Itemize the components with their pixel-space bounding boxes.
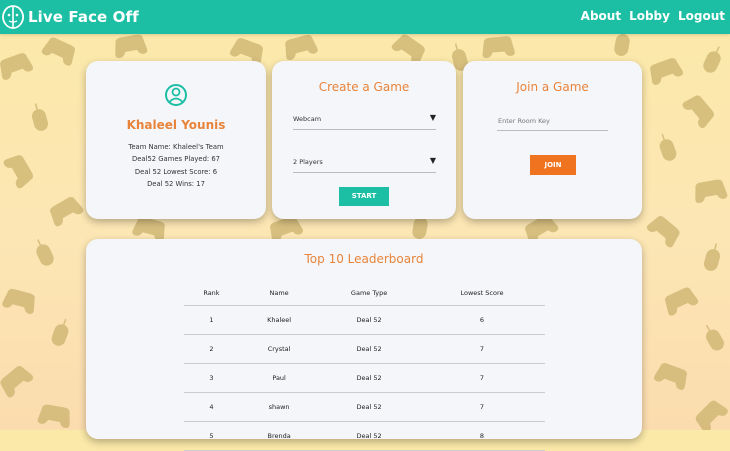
cell-name: shawn (238, 392, 320, 422)
nav-link-lobby[interactable]: Lobby (629, 9, 670, 23)
start-button[interactable]: START (339, 187, 389, 206)
cell-rank: 2 (184, 334, 239, 364)
cell-lowest-score: 6 (418, 305, 545, 335)
table-row: 3 Paul Deal 52 7 (184, 363, 545, 393)
join-button[interactable]: JOIN (530, 155, 576, 175)
leaderboard-title: Top 10 Leaderboard (304, 252, 424, 266)
table-row: 5 Brenda Deal 52 8 (184, 421, 545, 451)
caret-down-icon: ▼ (429, 156, 436, 165)
room-key-input[interactable] (497, 112, 608, 131)
profile-stats: Team Name: Khaleel's Team Deal52 Games P… (86, 141, 266, 190)
table-row: 4 shawn Deal 52 7 (184, 392, 545, 422)
user-avatar-icon (165, 84, 187, 106)
table-header-row: Rank Name Game Type Lowest Score (184, 281, 545, 306)
create-game-title: Create a Game (318, 80, 410, 94)
games-played: Deal52 Games Played: 67 (132, 155, 220, 164)
cell-lowest-score: 8 (418, 421, 545, 451)
header-rank: Rank (184, 281, 239, 306)
header-game-type: Game Type (319, 281, 419, 306)
caret-down-icon: ▼ (429, 113, 436, 122)
cell-lowest-score: 7 (418, 392, 545, 422)
brand[interactable]: Live Face Off (2, 4, 139, 30)
header-name: Name (238, 281, 320, 306)
cell-game-type: Deal 52 (319, 363, 419, 393)
team-name: Team Name: Khaleel's Team (128, 143, 224, 151)
join-game-title: Join a Game (516, 80, 589, 94)
cell-game-type: Deal 52 (319, 392, 419, 422)
wins: Deal 52 Wins: 17 (147, 179, 205, 188)
face-logo-icon (2, 5, 24, 29)
table-row: 2 Crystal Deal 52 7 (184, 334, 545, 364)
header-lowest-score: Lowest Score (418, 281, 545, 306)
cell-name: Khaleel (238, 305, 320, 335)
cell-rank: 3 (184, 363, 239, 393)
nav-link-about[interactable]: About (581, 9, 621, 23)
brand-name: Live Face Off (28, 8, 139, 26)
nav-link-logout[interactable]: Logout (678, 9, 725, 23)
cell-game-type: Deal 52 (319, 305, 419, 335)
profile-name: Khaleel Younis (126, 118, 226, 132)
leaderboard-table: Rank Name Game Type Lowest Score 1 Khale… (184, 281, 545, 451)
players-value: 2 Players (293, 158, 323, 166)
cell-game-type: Deal 52 (319, 334, 419, 364)
game-mode-select[interactable]: Webcam ▼ (293, 113, 436, 130)
cell-rank: 5 (184, 421, 239, 451)
navbar: Live Face Off About Lobby Logout (0, 0, 730, 34)
lowest-score: Deal 52 Lowest Score: 6 (134, 167, 218, 176)
cell-name: Crystal (238, 334, 320, 364)
cell-rank: 4 (184, 392, 239, 422)
cell-lowest-score: 7 (418, 334, 545, 364)
cell-name: Paul (238, 363, 320, 393)
nav-links: About Lobby Logout (581, 9, 725, 23)
cell-game-type: Deal 52 (319, 421, 419, 451)
game-mode-value: Webcam (293, 115, 322, 123)
cell-name: Brenda (238, 421, 320, 451)
cell-lowest-score: 7 (418, 363, 545, 393)
cell-rank: 1 (184, 305, 239, 335)
players-select[interactable]: 2 Players ▼ (293, 156, 436, 173)
table-row: 1 Khaleel Deal 52 6 (184, 305, 545, 335)
